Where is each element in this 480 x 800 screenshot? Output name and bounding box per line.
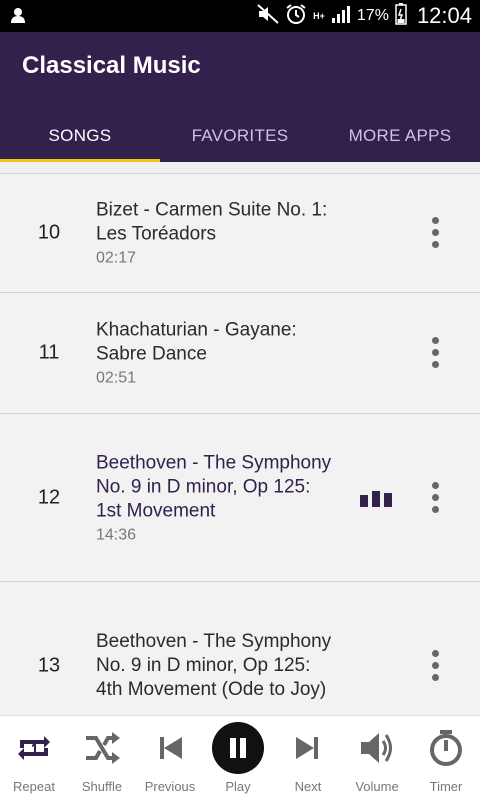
song-title: Khachaturian - Gayane: Sabre Dance: [96, 319, 297, 365]
timer-label: Timer: [429, 779, 463, 794]
app-title: Classical Music: [22, 52, 201, 79]
clock: 12:04: [416, 3, 472, 28]
now-playing-equalizer-icon: [360, 489, 392, 507]
overflow-menu-icon[interactable]: [430, 337, 440, 369]
network-type: H+: [313, 10, 325, 21]
play-label: Play: [225, 779, 251, 794]
song-number: 11: [38, 341, 60, 364]
alarm-icon: [285, 3, 307, 30]
overflow-menu-icon[interactable]: [430, 481, 440, 514]
tab-more-apps[interactable]: MORE APPS: [320, 110, 480, 162]
mute-icon: [257, 3, 279, 29]
overflow-menu-icon[interactable]: [430, 217, 440, 249]
volume-icon: [357, 728, 397, 768]
battery-icon: [395, 2, 407, 30]
song-number: 12: [37, 486, 61, 508]
song-title: Beethoven - The Symphony No. 9 in D mino…: [96, 452, 332, 521]
pause-icon: [212, 722, 264, 774]
song-duration: 02:17: [96, 249, 137, 267]
skip-previous-icon: [150, 728, 190, 768]
tab-indicator: [0, 159, 160, 162]
shuffle-button[interactable]: Shuffle: [68, 716, 136, 800]
status-bar: H+ 17% 12:04: [0, 0, 480, 32]
volume-label: Volume: [355, 779, 399, 794]
song-row[interactable]: 10 Bizet - Carmen Suite No. 1: Les Toréa…: [0, 173, 480, 293]
tab-bar: SONGS FAVORITES MORE APPS: [0, 110, 480, 162]
song-duration: 02:51: [96, 369, 137, 387]
skip-next-icon: [288, 728, 328, 768]
previous-label: Previous: [144, 779, 196, 794]
app-bar: Classical Music SONGS FAVORITES MORE APP…: [0, 32, 480, 162]
timer-icon: [426, 728, 466, 768]
volume-button[interactable]: Volume: [343, 716, 411, 800]
overflow-menu-icon[interactable]: [430, 649, 440, 682]
repeat-button[interactable]: Repeat: [0, 716, 68, 800]
shuffle-label: Shuffle: [81, 779, 123, 794]
repeat-one-icon: [14, 728, 54, 768]
battery-percent: 17%: [356, 7, 389, 24]
song-number: 10: [37, 221, 61, 244]
next-label: Next: [294, 779, 322, 794]
song-row[interactable]: 12 Beethoven - The Symphony No. 9 in D m…: [0, 414, 480, 582]
tab-favorites[interactable]: FAVORITES: [160, 110, 320, 162]
song-title: Bizet - Carmen Suite No. 1: Les Toréador…: [96, 199, 328, 245]
notification-user-icon: [10, 6, 26, 29]
player-controls: Repeat Shuffle Previous Play Next Volume…: [0, 715, 480, 800]
song-number: 13: [37, 654, 61, 676]
song-row[interactable]: 13 Beethoven - The Symphony No. 9 in D m…: [0, 582, 480, 715]
repeat-label: Repeat: [13, 779, 55, 794]
song-title: Beethoven - The Symphony No. 9 in D mino…: [96, 630, 332, 700]
timer-button[interactable]: Timer: [412, 716, 480, 800]
tab-songs[interactable]: SONGS: [0, 110, 160, 162]
song-duration: 14:36: [96, 526, 137, 543]
signal-icon: [331, 5, 351, 28]
song-list[interactable]: 10 Bizet - Carmen Suite No. 1: Les Toréa…: [0, 173, 480, 715]
shuffle-icon: [82, 728, 122, 768]
previous-button[interactable]: Previous: [136, 716, 204, 800]
play-pause-button[interactable]: Play: [204, 716, 272, 800]
next-button[interactable]: Next: [274, 716, 342, 800]
song-row[interactable]: 11 Khachaturian - Gayane: Sabre Dance 02…: [0, 293, 480, 414]
